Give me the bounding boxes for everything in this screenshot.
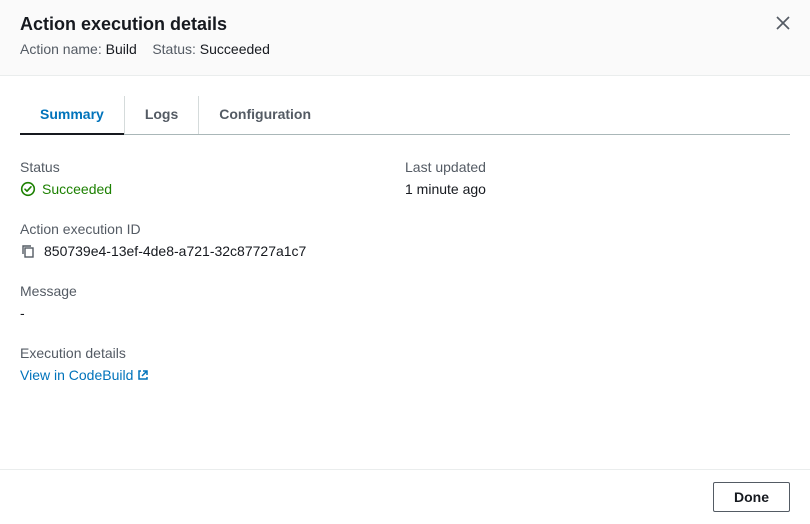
header-status-value: Succeeded	[200, 41, 270, 57]
tab-logs[interactable]: Logs	[125, 96, 199, 134]
exec-id-value: 850739e4-13ef-4de8-a721-32c87727a1c7	[44, 243, 306, 259]
close-icon	[776, 16, 790, 30]
exec-details-label: Execution details	[20, 345, 790, 361]
copy-button[interactable]	[20, 243, 36, 259]
status-value: Succeeded	[20, 181, 405, 197]
tab-summary[interactable]: Summary	[20, 96, 125, 134]
success-icon	[20, 181, 36, 197]
dialog-title: Action execution details	[20, 14, 790, 35]
message-label: Message	[20, 283, 790, 299]
exec-details-link-text: View in CodeBuild	[20, 367, 133, 383]
dialog-content: Summary Logs Configuration Status Succee…	[0, 96, 810, 383]
header-status-label: Status:	[152, 41, 196, 57]
last-updated-value: 1 minute ago	[405, 181, 790, 197]
message-value: -	[20, 305, 790, 321]
view-in-codebuild-link[interactable]: View in CodeBuild	[20, 367, 149, 383]
dialog-footer: Done	[0, 469, 810, 524]
tab-configuration[interactable]: Configuration	[199, 96, 331, 134]
copy-icon	[20, 243, 36, 259]
close-button[interactable]	[772, 12, 794, 34]
last-updated-label: Last updated	[405, 159, 790, 175]
summary-panel: Status Succeeded Last updated 1 minute a…	[20, 135, 790, 383]
done-button[interactable]: Done	[713, 482, 790, 512]
exec-id-label: Action execution ID	[20, 221, 790, 237]
action-name-value: Build	[106, 41, 137, 57]
external-link-icon	[137, 369, 149, 381]
dialog-header: Action execution details Action name: Bu…	[0, 0, 810, 76]
action-name-label: Action name:	[20, 41, 102, 57]
dialog-subheader: Action name: Build Status: Succeeded	[20, 41, 790, 57]
status-text: Succeeded	[42, 181, 112, 197]
tabs: Summary Logs Configuration	[20, 96, 790, 135]
status-label: Status	[20, 159, 405, 175]
